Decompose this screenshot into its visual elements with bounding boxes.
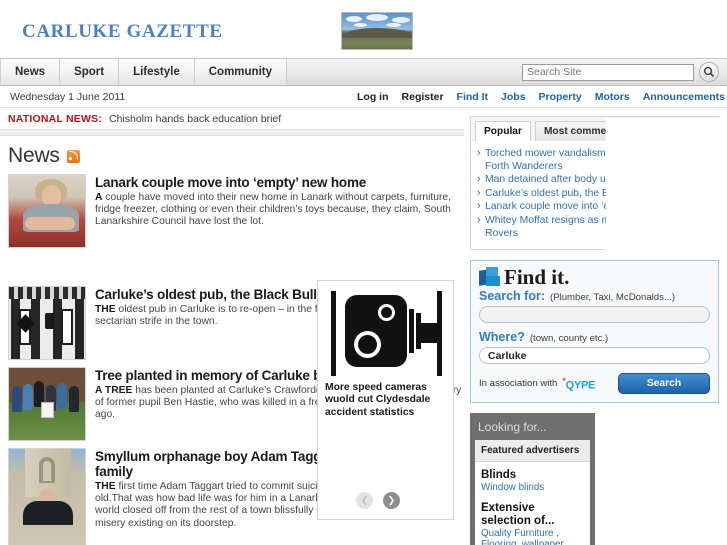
header-banner-photo bbox=[341, 12, 413, 50]
advertiser-link[interactable]: Flooring ,wallpaper bbox=[481, 539, 584, 545]
utility-bar: Wednesday 1 June 2011 Log in Register Fi… bbox=[0, 86, 727, 108]
carousel-prev-button[interactable]: ❮ bbox=[356, 492, 373, 509]
page-title: News bbox=[8, 144, 60, 167]
speed-camera-sign-icon bbox=[327, 287, 445, 379]
featured-advertisers-body: Blinds Window blinds Extensive selection… bbox=[475, 462, 590, 545]
qype-logo[interactable]: *QYPE bbox=[562, 376, 595, 392]
story-body: Lanark couple move into ‘empty’ new home… bbox=[95, 174, 464, 248]
qype-name: QYPE bbox=[565, 379, 596, 392]
findit-search-for-input[interactable] bbox=[479, 306, 710, 324]
search-submit-button[interactable] bbox=[699, 62, 719, 82]
advertiser-title[interactable]: Blinds bbox=[481, 469, 584, 482]
news-section-header: News bbox=[0, 136, 464, 174]
advertisement-slot[interactable] bbox=[606, 118, 724, 250]
association-text: In association with bbox=[479, 378, 558, 390]
story-summary: A couple have moved into their new home … bbox=[95, 192, 464, 229]
search-for-label: Search for: bbox=[479, 289, 545, 304]
login-link[interactable]: Log in bbox=[357, 91, 389, 103]
rss-feed-icon[interactable] bbox=[66, 149, 80, 163]
findit-footer: In association with *QYPE Search bbox=[479, 373, 710, 395]
story-thumbnail[interactable] bbox=[8, 174, 86, 248]
looking-for-widget: Looking for... Featured advertisers Blin… bbox=[470, 413, 595, 545]
sidebar-inner: Popular Most comments Most shared Torche… bbox=[464, 108, 727, 545]
tab-label: Popular bbox=[484, 126, 522, 137]
story-lead: THE bbox=[95, 481, 116, 492]
findit-where-input[interactable] bbox=[479, 347, 710, 365]
looking-for-title: Looking for... bbox=[478, 420, 547, 435]
where-label: Where? bbox=[479, 330, 525, 345]
main-column: NATIONAL NEWS: Chisholm hands back educa… bbox=[0, 108, 464, 545]
site-logo[interactable]: CARLUKE GAZETTE bbox=[22, 21, 223, 43]
list-item[interactable]: Lanark couple move into ‘empty’ new home… bbox=[8, 174, 464, 248]
story-thumbnail[interactable] bbox=[8, 448, 86, 545]
register-link[interactable]: Register bbox=[402, 91, 444, 103]
promo-caption[interactable]: More speed cameras wuold cut Clydesdale … bbox=[318, 379, 453, 419]
carousel-controls: ❮ ❯ bbox=[356, 492, 400, 509]
story-thumbnail[interactable] bbox=[8, 286, 86, 360]
nav-label: Community bbox=[208, 66, 272, 78]
where-hint: (town, county etc.) bbox=[529, 333, 609, 345]
findit-logo[interactable]: Find it. bbox=[479, 265, 710, 290]
masthead: CARLUKE GAZETTE bbox=[0, 0, 727, 58]
primary-navigation: News Sport Lifestyle Community bbox=[0, 58, 727, 86]
property-link[interactable]: Property bbox=[539, 91, 582, 103]
jobs-link[interactable]: Jobs bbox=[501, 91, 526, 103]
findit-search-button-label: Search bbox=[646, 378, 682, 390]
tab-popular[interactable]: Popular bbox=[475, 121, 531, 141]
advertiser-link[interactable]: Quality Furniture , bbox=[481, 528, 584, 539]
featured-advertisers-header: Featured advertisers bbox=[475, 440, 590, 463]
findit-link[interactable]: Find It bbox=[457, 91, 489, 103]
search-for-hint: (Plumber, Taxi, McDonalds...) bbox=[550, 292, 676, 304]
current-date: Wednesday 1 June 2011 bbox=[10, 90, 126, 103]
story-headline[interactable]: Lanark couple move into ‘empty’ new home bbox=[95, 175, 464, 190]
advertiser-title[interactable]: Extensive selection of... bbox=[481, 502, 584, 528]
findit-widget: Find it. Search for: (Plumber, Taxi, McD… bbox=[470, 260, 719, 404]
advertiser-link[interactable]: Window blinds bbox=[481, 482, 584, 493]
nav-label: Sport bbox=[74, 66, 105, 78]
nav-label: News bbox=[15, 66, 46, 78]
national-news-strip[interactable]: NATIONAL NEWS: Chisholm hands back educa… bbox=[0, 108, 464, 130]
national-news-headline[interactable]: Chisholm hands back education brief bbox=[109, 113, 281, 125]
findit-logo-text: Find it. bbox=[504, 265, 570, 290]
carousel-next-button[interactable]: ❯ bbox=[383, 492, 400, 509]
magnifier-icon bbox=[703, 66, 715, 78]
nav-item-sport[interactable]: Sport bbox=[60, 59, 120, 85]
nav-label: Lifestyle bbox=[133, 66, 180, 78]
page-body: NATIONAL NEWS: Chisholm hands back educa… bbox=[0, 108, 727, 545]
site-search-group bbox=[522, 59, 727, 85]
utility-links: Log in Register Find It Jobs Property Mo… bbox=[357, 91, 727, 103]
story-summary-text: couple have moved into their new home in… bbox=[95, 192, 452, 228]
featured-advertisers-panel: Featured advertisers Blinds Window blind… bbox=[475, 440, 590, 545]
sidebar: Popular Most comments Most shared Torche… bbox=[464, 108, 727, 545]
announcements-link[interactable]: Announcements bbox=[643, 91, 725, 103]
motors-link[interactable]: Motors bbox=[595, 91, 630, 103]
search-for-row: Search for: (Plumber, Taxi, McDonalds...… bbox=[479, 289, 710, 303]
where-row: Where? (town, county etc.) bbox=[479, 330, 710, 344]
search-input[interactable] bbox=[522, 63, 694, 81]
find-it-pages-icon bbox=[479, 267, 502, 287]
promo-carousel[interactable]: More speed cameras wuold cut Clydesdale … bbox=[317, 280, 454, 520]
story-lead: A TREE bbox=[95, 385, 133, 396]
nav-item-news[interactable]: News bbox=[0, 59, 61, 85]
nav-item-lifestyle[interactable]: Lifestyle bbox=[119, 59, 195, 85]
story-thumbnail[interactable] bbox=[8, 367, 86, 441]
findit-search-button[interactable]: Search bbox=[618, 373, 710, 395]
national-news-label: NATIONAL NEWS: bbox=[8, 113, 102, 125]
story-lead: THE bbox=[95, 304, 116, 315]
nav-item-community[interactable]: Community bbox=[194, 59, 287, 85]
